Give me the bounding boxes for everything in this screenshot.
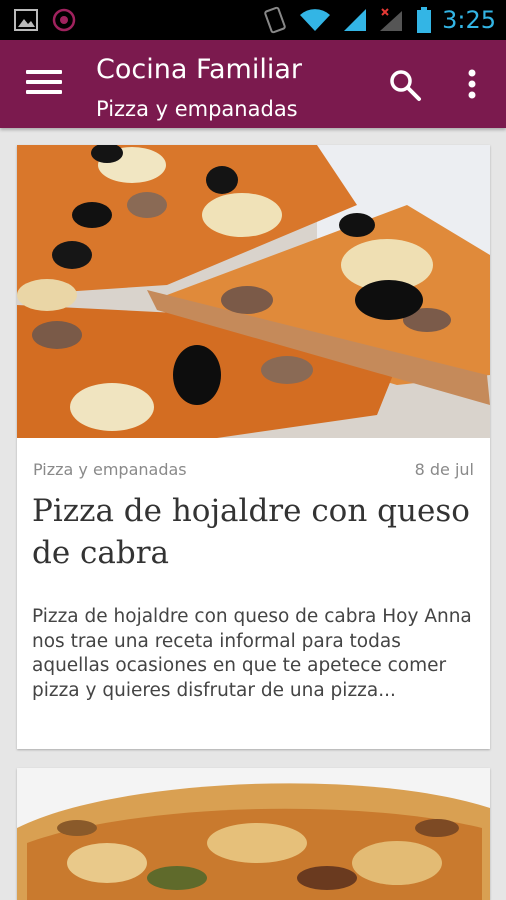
no-signal-icon [380,8,403,31]
app-title: Cocina Familiar [96,54,303,85]
status-bar: 3:25 [0,0,506,40]
post-image [17,145,490,438]
section-subtitle: Pizza y empanadas [96,97,298,121]
post-image [17,768,490,900]
post-title[interactable]: Pizza de hojaldre con queso de cabra [32,490,477,574]
battery-icon [417,7,432,33]
menu-button[interactable] [26,70,62,98]
app-bar: Cocina Familiar Pizza y empanadas [0,40,506,128]
signal-icon [344,9,367,31]
post-card[interactable]: Pizza y empanadas 8 de jul Pizza de hoja… [17,145,490,749]
post-excerpt: Pizza de hojaldre con queso de cabra Hoy… [32,606,472,701]
more-vert-icon[interactable] [462,68,482,102]
post-category[interactable]: Pizza y empanadas [33,460,187,479]
wifi-icon [300,9,331,31]
menu-icon [26,70,62,74]
clock: 3:25 [442,6,496,34]
search-icon[interactable] [388,68,422,102]
image-icon [14,9,38,31]
post-date: 8 de jul [414,460,474,479]
app-icon [52,8,76,32]
post-card[interactable] [17,768,490,900]
vibrate-icon [264,6,286,34]
